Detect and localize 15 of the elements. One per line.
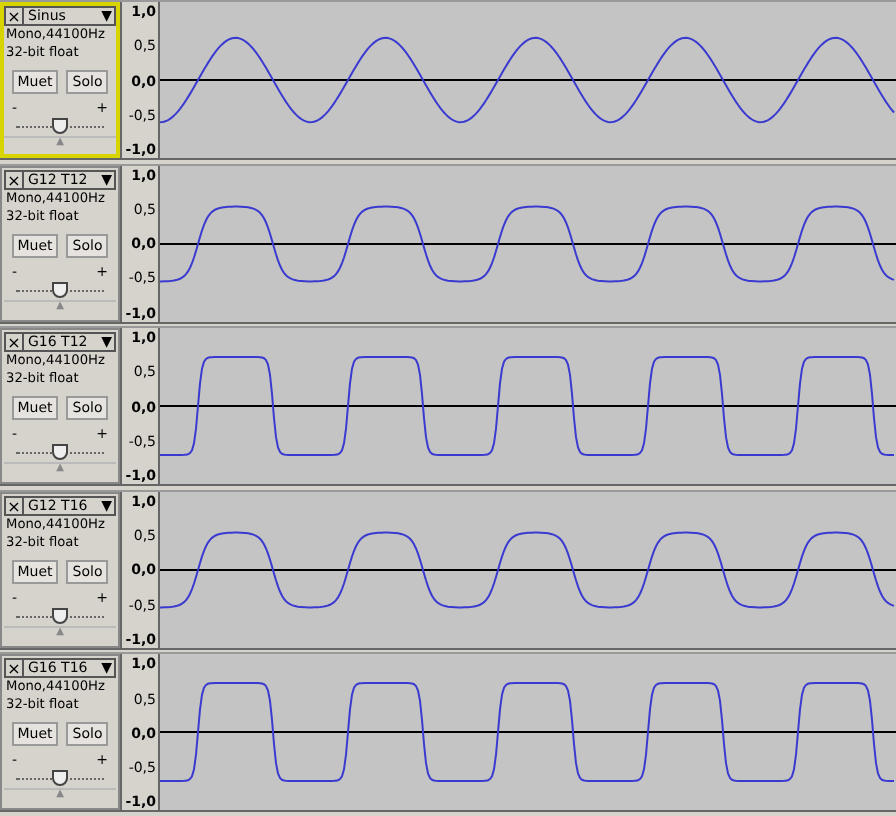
slider-thumb[interactable] [52,118,68,134]
gain-slider[interactable] [16,605,104,626]
slider-thumb[interactable] [52,444,68,461]
close-button[interactable]: × [6,171,24,188]
gain-slider[interactable] [16,116,104,136]
slider-thumb[interactable] [52,607,68,624]
gain-slider[interactable] [16,768,104,789]
slider-thumb[interactable] [52,281,68,298]
close-button[interactable]: × [6,660,24,677]
gain-slider[interactable] [16,279,104,300]
slider-thumb[interactable] [52,770,68,787]
close-button[interactable]: × [6,8,24,24]
close-button[interactable]: × [6,334,24,351]
gain-slider[interactable] [16,442,104,463]
close-button[interactable]: × [6,497,24,514]
